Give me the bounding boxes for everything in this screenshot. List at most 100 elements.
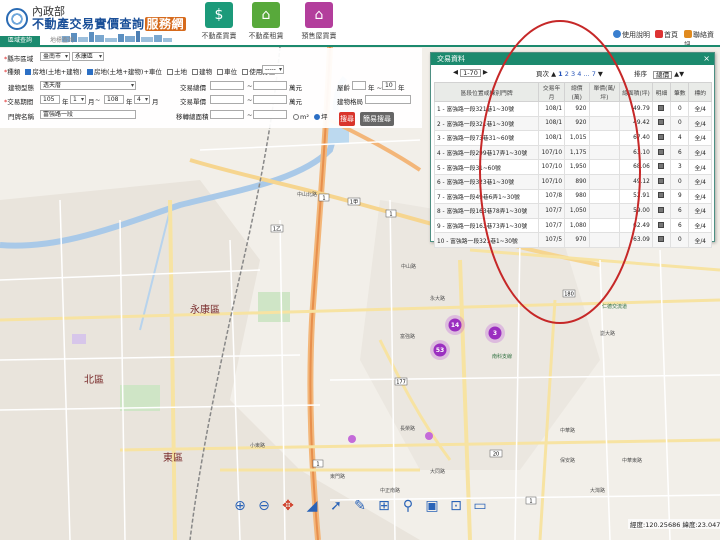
zoom-out-icon[interactable]: ⊖ [255,497,273,515]
table-row[interactable]: 1 - 富強路一段321巷1~30號 108/1 920 49.79 0 全/4 [433,101,712,117]
from-year-input[interactable]: 105 [40,95,60,104]
road-label: 保安路 [560,457,575,464]
area-unit-radio-ping[interactable] [314,114,321,120]
table-row[interactable]: 7 - 富強路一段49巷6弄1~30號 107/8 980 52.91 9 全/4 [433,188,712,205]
navigate-icon[interactable]: ➚ [327,497,345,515]
sort-label: 排序 [634,70,647,78]
type-checkbox[interactable] [242,69,249,75]
page-link[interactable]: 1 [558,70,563,78]
range-select[interactable]: 1-70 [460,69,481,77]
table-row[interactable]: 9 - 富強路一段163巷73弄1~30號 107/7 1,080 62.49 6 全/4 [433,217,712,234]
search-button[interactable]: 搜尋 [339,112,355,126]
table-row[interactable]: 2 - 富強路一段321巷1~30號 108/1 920 49.42 0 全/4 [433,115,712,132]
type-checkbox[interactable] [192,69,199,75]
area-min[interactable] [210,110,244,119]
prev-page-icon[interactable]: ▲ [551,70,556,78]
marker-icon[interactable]: ✎ [351,497,369,515]
close-icon[interactable]: × [703,53,710,65]
type-checkbox[interactable] [86,69,93,75]
zoom-in-icon[interactable]: ⊕ [231,497,249,515]
unit-price-label: 交易單價 [180,98,206,106]
type-checkbox[interactable] [166,69,173,75]
road-label: 中正南路 [380,487,400,494]
pan-icon[interactable]: ✥ [279,497,297,515]
next-range-arrow-icon[interactable]: ▶ [483,68,488,76]
road-label: 小東路 [250,442,265,449]
tab-real-estate-sale[interactable]: $ 不動產買賣 [196,2,242,42]
layer-icon[interactable]: ▣ [423,497,441,515]
total-price-max[interactable] [253,81,287,90]
fence-icon[interactable]: ⊞ [375,497,393,515]
road-input[interactable]: 富強路一段 [40,110,136,119]
road-label: 中華路 [560,427,575,434]
cluster-marker[interactable] [348,435,356,443]
tab-landmark-search[interactable]: 地標查詢 [42,36,82,45]
road-label: 仁德交流道 [602,303,627,310]
page-link[interactable]: 4 [577,70,581,78]
structure-input[interactable] [365,95,411,104]
building-type-select[interactable]: 透天厝 [40,81,136,90]
road-label: 中山路 [401,263,416,270]
transaction-table: 區段位置或棟別門牌 交易年月 總價(萬) 單價(萬/坪) 總面積(坪) 明細 筆… [433,82,712,248]
tab-real-estate-rent[interactable]: ⌂ 不動產租賃 [243,2,289,42]
unit-price-min[interactable] [210,95,244,104]
grid-icon[interactable]: ⊡ [447,497,465,515]
measure-icon[interactable]: ◢ [303,497,321,515]
city-select[interactable]: 臺南市 [40,52,70,61]
detail-icon[interactable] [658,192,665,199]
detail-icon[interactable] [658,236,665,243]
table-row[interactable]: 5 - 富強路一段31~60號 107/10 1,950 68.06 3 全/4 [433,159,712,175]
highway-sign: 20 [493,452,499,458]
page-link[interactable]: 7 [592,70,596,78]
to-year-input[interactable]: 108 [104,95,124,104]
district-select[interactable]: 永康區 [72,52,104,61]
detail-icon[interactable] [658,163,665,170]
table-row[interactable]: 3 - 富強路一段73巷31~60號 108/1 1,015 67.40 4 全/4 [433,130,712,146]
highway-sign: 1甲 [350,200,358,206]
highway-sign: 177 [396,380,406,386]
tab-area-search[interactable]: 區域查詢 [0,36,40,45]
simple-search-button[interactable]: 簡易搜尋 [360,112,394,126]
home-link[interactable]: 首頁 [655,30,678,40]
age-min[interactable] [352,81,366,90]
total-price-min[interactable] [210,81,244,90]
area-max[interactable] [253,110,287,119]
next-page-icon[interactable]: ▼ [598,70,603,78]
total-price-label: 交易總價 [180,84,206,92]
area-unit-radio-sqm[interactable] [293,114,299,120]
map-label-east: 東區 [163,451,183,464]
zoning-select[interactable]: ----- [262,65,284,74]
age-max[interactable]: 10 [382,81,396,90]
page-link[interactable]: 3 [571,70,575,78]
table-row[interactable]: 6 - 富強路一段323巷1~30號 107/10 890 49.12 0 全/4 [433,173,712,190]
transaction-data-dialog: 交易資料 × ◀ 1-70 ▶ 頁次 ▲ 1 2 3 4 ... 7 ▼ 排序 … [430,52,715,248]
sort-desc-icon[interactable]: ▼ [679,70,684,78]
search-filter-panel: *縣市區域 臺南市 永康區 *種類 房地(土地+建物) 房地(土地+建物)+車位… [0,48,422,128]
detail-icon[interactable] [658,206,665,213]
detail-icon[interactable] [658,133,665,140]
map-label-north: 北區 [84,374,104,386]
detail-icon[interactable] [658,119,665,126]
detail-icon[interactable] [658,104,665,111]
table-row[interactable]: 4 - 富強路一段299巷17弄1~30號 107/10 1,175 63.10 6 全/… [433,144,712,161]
pin-icon[interactable]: ⚲ [399,497,417,515]
page-link[interactable]: 2 [565,70,569,78]
help-link[interactable]: 使用說明 [613,30,650,40]
type-checkbox[interactable] [217,69,224,75]
sort-select[interactable]: 總價 [653,71,673,79]
from-month-select[interactable]: 1 [70,95,86,104]
detail-icon[interactable] [658,221,665,228]
table-row[interactable]: 10 - 富強路一段321巷1~30號 107/5 970 63.09 0 全/4 [433,232,712,248]
cluster-marker[interactable] [425,432,433,440]
tab-presale-house[interactable]: ⌂ 預售屋買賣 [296,2,342,42]
type-checkbox[interactable] [25,69,32,75]
to-month-select[interactable]: 4 [134,95,150,104]
table-row[interactable]: 8 - 富強路一段163巷78弄1~30號 107/7 1,050 59.00 6 全/4 [433,203,712,219]
detail-icon[interactable] [658,177,665,184]
prev-range-arrow-icon[interactable]: ◀ [453,68,458,76]
page-ellipsis: ... [583,70,590,78]
unit-price-max[interactable] [253,95,287,104]
detail-icon[interactable] [658,148,665,155]
street-icon[interactable]: ▭ [471,497,489,515]
longitude-value: 120.25686 [645,521,681,529]
